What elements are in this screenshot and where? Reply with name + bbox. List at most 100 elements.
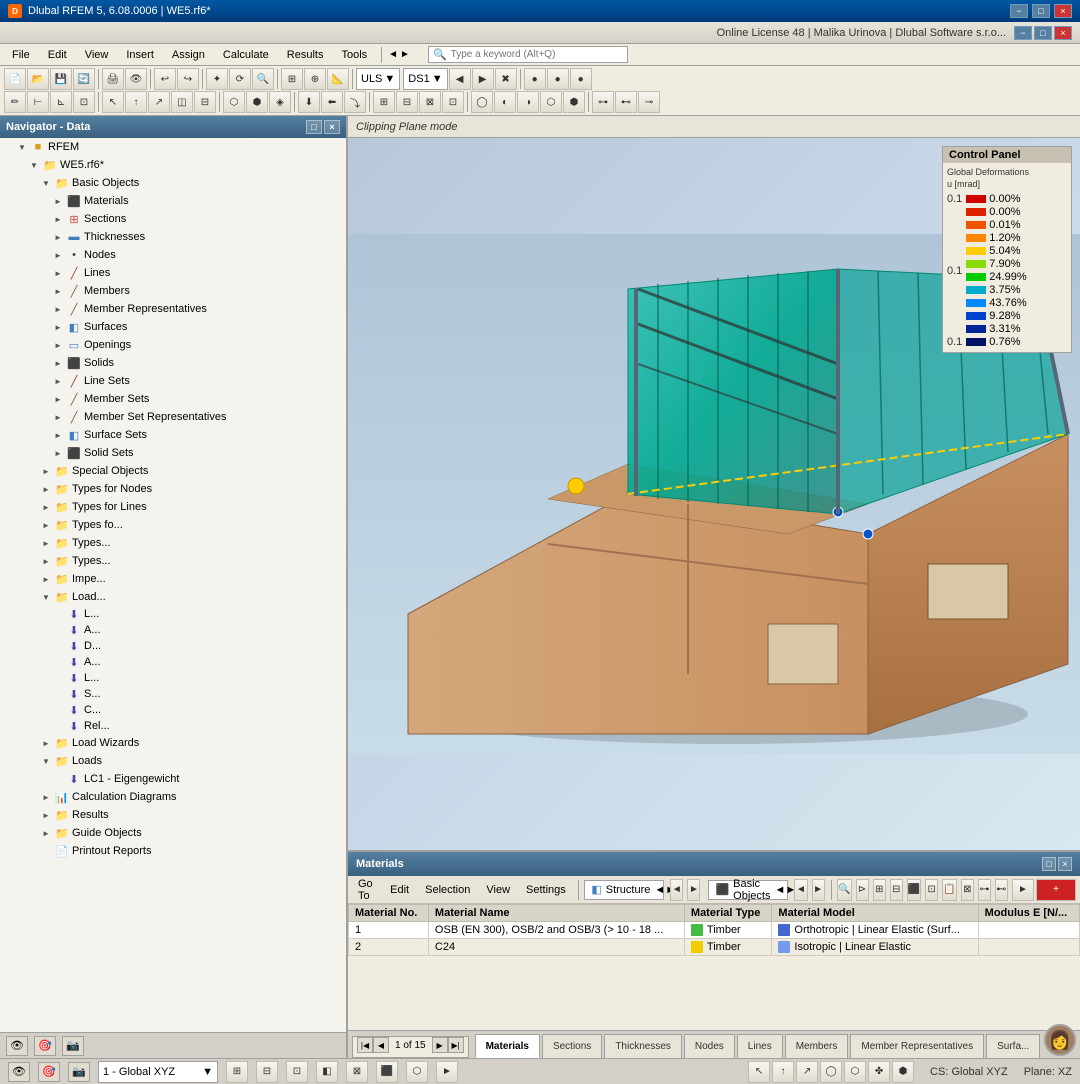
tree-nodes[interactable]: ► • Nodes	[0, 246, 346, 264]
disp-btn-7[interactable]: ⬢	[892, 1061, 914, 1083]
nav-eye-btn[interactable]: 👁	[6, 1036, 28, 1056]
nav-close-btn[interactable]: ×	[324, 120, 340, 134]
menu-edit[interactable]: Edit	[40, 47, 75, 63]
tree-member-set-reps[interactable]: ► ╱ Member Set Representatives	[0, 408, 346, 426]
tb-rotate[interactable]: ⟳	[229, 68, 251, 90]
tb-disp1[interactable]: ⊞	[373, 91, 395, 113]
tree-loads[interactable]: ▼ 📁 Loads	[0, 752, 346, 770]
menu-view[interactable]: View	[77, 47, 117, 63]
tree-rfem[interactable]: ▼ ■ RFEM	[0, 138, 346, 156]
mat-icon7[interactable]: 📋	[942, 879, 956, 901]
tree-load-cases[interactable]: ▼ 📁 Load...	[0, 588, 346, 606]
tree-types-nodes[interactable]: ► 📁 Types for Nodes	[0, 480, 346, 498]
expand-member-set-reps[interactable]: ►	[52, 411, 64, 423]
close-button[interactable]: ×	[1054, 4, 1072, 18]
tb-v2[interactable]: ↑	[125, 91, 147, 113]
mat-icon6[interactable]: ⊡	[925, 879, 938, 901]
tb-v3[interactable]: ↗	[148, 91, 170, 113]
tb-misc5[interactable]: ⬢	[563, 91, 585, 113]
mat-icon9[interactable]: ⊶	[978, 879, 991, 901]
tree-file[interactable]: ▼ 📁 WE5.rf6*	[0, 156, 346, 174]
menu-tools[interactable]: Tools	[333, 47, 375, 63]
search-input[interactable]	[451, 49, 623, 60]
tree-surface-sets[interactable]: ► ◧ Surface Sets	[0, 426, 346, 444]
tree-member-sets[interactable]: ► ╱ Member Sets	[0, 390, 346, 408]
tb-more1[interactable]: ●	[524, 68, 546, 90]
tree-materials[interactable]: ► ⬛ Materials	[0, 192, 346, 210]
disp-btn-3[interactable]: ↗	[796, 1061, 818, 1083]
nav-camera-btn[interactable]: 📷	[62, 1036, 84, 1056]
tree-lc-s[interactable]: ⬇ S...	[0, 686, 346, 702]
tab-members[interactable]: Members	[785, 1034, 849, 1058]
tb-load2[interactable]: ⬅	[321, 91, 343, 113]
ds1-dropdown[interactable]: DS1 ▼	[403, 68, 447, 90]
tree-lc-l2[interactable]: ⬇ L...	[0, 670, 346, 686]
tb-snap[interactable]: ⊕	[304, 68, 326, 90]
tree-lines[interactable]: ► ╱ Lines	[0, 264, 346, 282]
mat-view[interactable]: View	[480, 882, 516, 898]
status-btn-5[interactable]: ⊠	[346, 1061, 368, 1083]
nav-target-btn[interactable]: 🎯	[34, 1036, 56, 1056]
tab-member-representatives[interactable]: Member Representatives	[850, 1034, 984, 1058]
tb-load1[interactable]: ⬇	[298, 91, 320, 113]
menu-file[interactable]: File	[4, 47, 38, 63]
status-target-btn[interactable]: 🎯	[38, 1062, 60, 1082]
disp-btn-5[interactable]: ⬡	[844, 1061, 866, 1083]
status-btn-7[interactable]: ⬡	[406, 1061, 428, 1083]
expand-results[interactable]: ►	[40, 809, 52, 821]
tree-solids[interactable]: ► ⬛ Solids	[0, 354, 346, 372]
expand-solids[interactable]: ►	[52, 357, 64, 369]
expand-types-m3[interactable]: ►	[40, 555, 52, 567]
mat-next[interactable]: ►	[687, 879, 700, 901]
viewport-canvas[interactable]: Control Panel Global Deformations u [mra…	[348, 138, 1080, 850]
tb-v1[interactable]: ↖	[102, 91, 124, 113]
menu-arrow-left[interactable]: ◄	[388, 49, 398, 60]
expand-basic-objects[interactable]: ▼	[40, 177, 52, 189]
tb-d3[interactable]: ⊾	[50, 91, 72, 113]
tb-end3[interactable]: ⊸	[638, 91, 660, 113]
tb-save[interactable]: 💾	[50, 68, 72, 90]
mat-selection[interactable]: Selection	[419, 882, 476, 898]
tree-lc1[interactable]: ⬇ LC1 - Eigengewicht	[0, 770, 346, 788]
tb-r2[interactable]: ⬢	[246, 91, 268, 113]
mat-icon5[interactable]: ⬛	[907, 879, 921, 901]
expand-file[interactable]: ▼	[28, 159, 40, 171]
tb-misc1[interactable]: ◯	[471, 91, 493, 113]
tb-more2[interactable]: ●	[547, 68, 569, 90]
expand-lines[interactable]: ►	[52, 267, 64, 279]
expand-member-sets[interactable]: ►	[52, 393, 64, 405]
tree-openings[interactable]: ► ▭ Openings	[0, 336, 346, 354]
tb-end2[interactable]: ⊷	[615, 91, 637, 113]
expand-openings[interactable]: ►	[52, 339, 64, 351]
expand-types-lines[interactable]: ►	[40, 501, 52, 513]
tree-members[interactable]: ► ╱ Members	[0, 282, 346, 300]
expand-guide-objects[interactable]: ►	[40, 827, 52, 839]
expand-rfem[interactable]: ▼	[16, 141, 28, 153]
status-eye-btn[interactable]: 👁	[8, 1062, 30, 1082]
status-btn-6[interactable]: ⬛	[376, 1061, 398, 1083]
maximize-button[interactable]: □	[1032, 4, 1050, 18]
license-minimize[interactable]: −	[1014, 26, 1032, 40]
mat-goto[interactable]: Go To	[352, 876, 380, 904]
tb-r1[interactable]: ⬡	[223, 91, 245, 113]
menu-insert[interactable]: Insert	[118, 47, 162, 63]
mat-icon8[interactable]: ⊠	[961, 879, 974, 901]
mat-icon4[interactable]: ⊟	[890, 879, 903, 901]
tb-grid[interactable]: ⊞	[281, 68, 303, 90]
disp-btn-6[interactable]: ✤	[868, 1061, 890, 1083]
mat-arrow-right[interactable]: ►	[1012, 879, 1034, 901]
tb-open[interactable]: 📂	[27, 68, 49, 90]
tree-lc-l[interactable]: ⬇ L...	[0, 606, 346, 622]
tree-results[interactable]: ► 📁 Results	[0, 806, 346, 824]
mat-obj-next[interactable]: ►	[812, 879, 825, 901]
mat-structure-dropdown[interactable]: ◧ Structure ◄►	[584, 880, 664, 900]
tb-measure[interactable]: 📐	[327, 68, 349, 90]
status-btn-4[interactable]: ◧	[316, 1061, 338, 1083]
mat-objects-dropdown[interactable]: ⬛ Basic Objects ◄►	[708, 880, 788, 900]
tb-undo[interactable]: ↩	[154, 68, 176, 90]
disp-btn-4[interactable]: ◯	[820, 1061, 842, 1083]
tb-print[interactable]: 🖨	[102, 68, 124, 90]
tree-types-m2[interactable]: ► 📁 Types...	[0, 534, 346, 552]
expand-sections[interactable]: ►	[52, 213, 64, 225]
tb-preview[interactable]: 👁	[125, 68, 147, 90]
